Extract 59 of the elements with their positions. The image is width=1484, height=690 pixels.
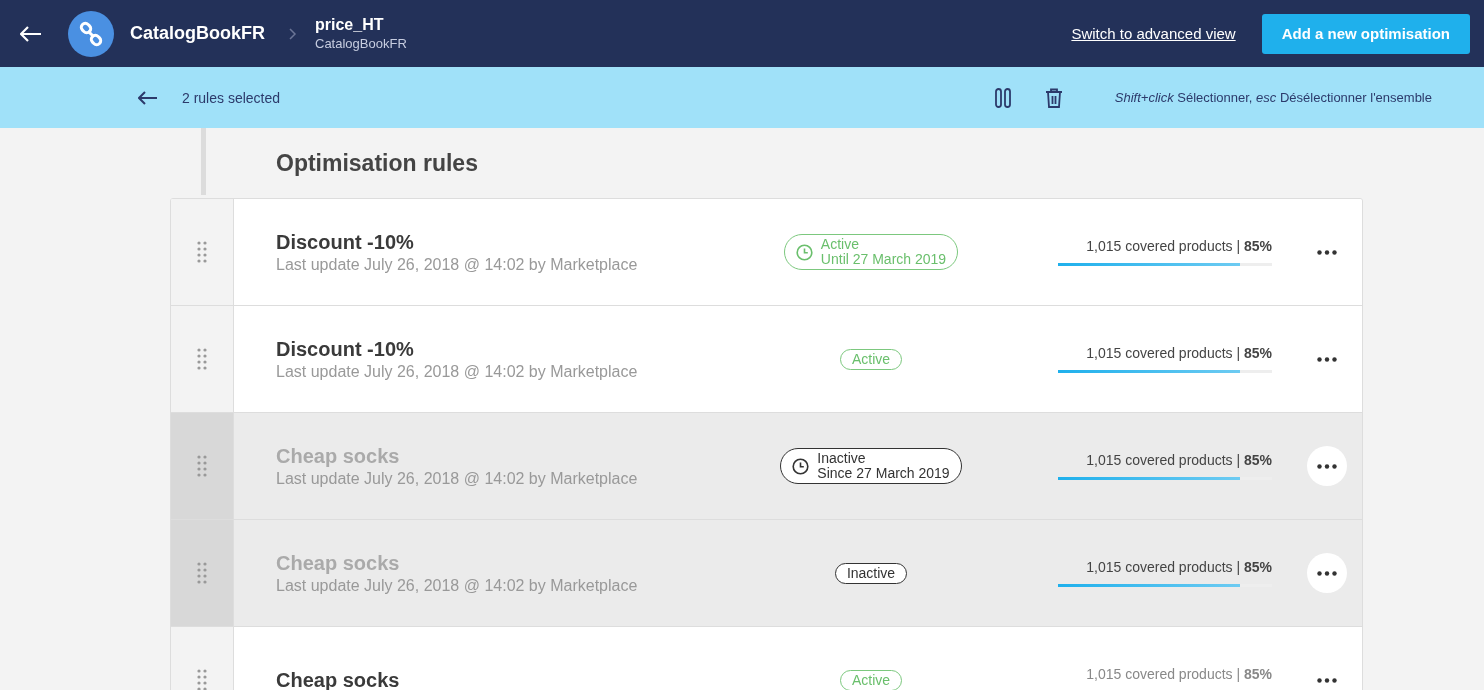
delete-button[interactable] [1044,87,1063,108]
rule-name: Discount -10% [276,337,415,361]
advanced-view-link[interactable]: Switch to advanced view [1071,25,1236,42]
pause-button[interactable] [994,87,1011,108]
more-icon [1317,249,1337,255]
status-label: Inactive [817,451,867,466]
drag-dots-icon [197,455,207,477]
rule-row[interactable]: Discount -10% Last update July 26, 2018 @ 14:02 by Marketplace Active 1,015 covered products | 85% [171,306,1362,413]
rule-row[interactable]: Cheap socks Last update July 26, 2018 @ 14:02 by Marketplace Inactive Since 27 March 2019 1,015 covered products | 85% [171,413,1362,520]
coverage-text: 1,015 covered products | 85% [1085,452,1272,468]
drag-dots-icon [197,562,207,584]
drag-handle[interactable] [171,520,234,626]
more-icon [1317,570,1337,576]
clock-icon [795,243,813,261]
last-update-text: Last update July 26, 2018 @ 14:02 by Marketplace [276,362,639,381]
status-date: Since 27 March 2019 [817,466,950,481]
last-update-text: Last update July 26, 2018 @ 14:02 by Marketplace [276,255,639,274]
rule-row[interactable]: Cheap socks Last update July 26, 2018 @ 14:02 by Marketplace Inactive 1,015 covered products | 85% [171,520,1362,627]
drag-dots-icon [197,241,207,263]
deselect-back-button[interactable] [138,90,158,105]
rule-name: Cheap socks [276,444,401,468]
more-icon [1317,677,1337,683]
status-label: Inactive [846,565,896,581]
clock-icon [792,457,810,475]
link-icon [78,20,104,47]
drag-handle[interactable] [171,306,234,412]
rule-name: Discount -10% [276,230,415,254]
status-label: Active [851,351,891,367]
drag-handle[interactable] [171,199,234,305]
last-update-text: Last update July 26, 2018 @ 14:02 by Marketplace [276,576,639,595]
selection-count: 2 rules selected [182,89,281,106]
section-title: Optimisation rules [276,149,478,177]
trash-icon [1044,87,1063,108]
status-date: Until 27 March 2019 [820,252,947,267]
status-label: Active [851,672,891,688]
rule-row[interactable]: Cheap socks Active 1,015 covered products | 85% [171,627,1362,690]
keyboard-hint: Shift+click Sélectionner, esc Désélectionner l'ensemble [1114,90,1432,105]
coverage-text: 1,015 covered products | 85% [1085,238,1272,254]
breadcrumb-title: price_HT [315,16,385,34]
coverage-text: 1,015 covered products | 85% [1085,345,1272,361]
more-icon [1317,356,1337,362]
back-arrow-icon [20,25,42,42]
last-update-text: Last update July 26, 2018 @ 14:02 by Marketplace [276,469,639,488]
pause-icon [994,87,1011,108]
status-label: Active [820,237,860,252]
coverage-text: 1,015 covered products | 85% [1085,666,1272,682]
back-arrow-icon [138,90,158,105]
drag-dots-icon [197,669,207,690]
more-icon [1317,463,1337,469]
back-button[interactable] [20,25,42,42]
chevron-icon [289,27,297,40]
catalog-name: CatalogBookFR [130,23,265,44]
drag-handle[interactable] [171,413,234,519]
rule-name: Cheap socks [276,668,401,690]
rule-name: Cheap socks [276,551,401,575]
drag-dots-icon [197,348,207,370]
rule-row[interactable]: Discount -10% Last update July 26, 2018 @ 14:02 by Marketplace Active Until 27 March 2019 1,015 covered products | 85% [171,199,1362,306]
breadcrumb-subtitle: CatalogBookFR [315,36,407,51]
coverage-text: 1,015 covered products | 85% [1085,559,1272,575]
